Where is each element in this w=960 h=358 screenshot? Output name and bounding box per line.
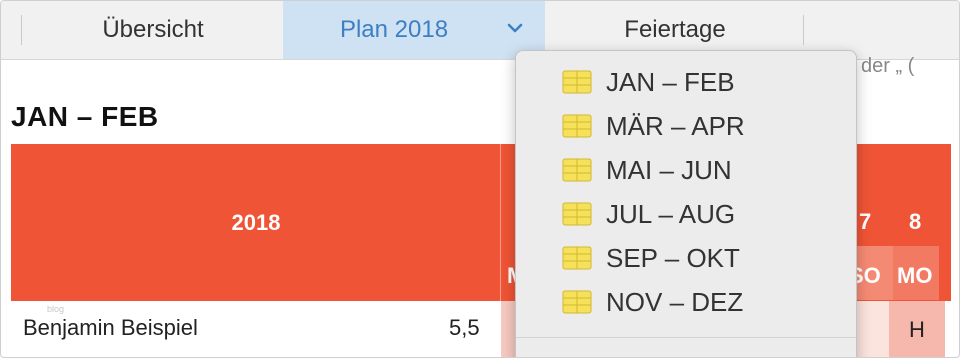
menu-divider xyxy=(516,337,856,338)
menu-item-sep-okt[interactable]: SEP – OKT xyxy=(562,238,740,278)
employee-name: Benjamin Beispiel xyxy=(23,315,198,340)
tab-uebersicht[interactable]: Übersicht xyxy=(23,1,283,59)
period-dropdown-menu: JAN – FEB MÄR – APR MAI – JUN JUL – AUG … xyxy=(515,50,857,357)
tab-separator xyxy=(803,15,804,45)
menu-item-label: SEP – OKT xyxy=(606,242,740,273)
tab-label: Übersicht xyxy=(102,16,204,43)
day-name: MO xyxy=(897,263,933,288)
app-window: Übersicht Plan 2018 Feiertage der „ ( JA… xyxy=(0,0,960,358)
watermark: blog xyxy=(47,304,65,314)
cell-value: H xyxy=(909,317,925,342)
menu-item-label: MAI – JUN xyxy=(606,154,732,185)
menu-item-jan-feb[interactable]: JAN – FEB xyxy=(562,62,735,102)
tab-plan-2018[interactable]: Plan 2018 xyxy=(283,1,545,59)
vacation-days-value: 5,5 xyxy=(449,315,480,340)
menu-item-mai-jun[interactable]: MAI – JUN xyxy=(562,150,732,190)
calendar-icon xyxy=(562,202,592,226)
calendar-icon xyxy=(562,246,592,270)
day-number: 8 xyxy=(909,209,922,234)
menu-item-jul-aug[interactable]: JUL – AUG xyxy=(562,194,735,234)
calendar-icon xyxy=(562,114,592,138)
tab-label: Plan 2018 xyxy=(339,16,449,43)
page-title: JAN – FEB xyxy=(11,101,159,132)
menu-item-label: JUL – AUG xyxy=(606,198,736,229)
calendar-icon xyxy=(562,158,592,182)
menu-item-label: NOV – DEZ xyxy=(606,286,744,317)
tab-separator xyxy=(21,15,22,45)
chevron-down-icon[interactable] xyxy=(505,18,525,38)
tab-label: Feiertage xyxy=(624,16,726,43)
calendar-icon xyxy=(562,290,592,314)
menu-item-partial[interactable]: ... xyxy=(562,347,579,357)
day-cell-holiday[interactable]: H xyxy=(889,301,945,357)
calendar-icon xyxy=(562,70,592,94)
background-text-fragment: der „ ( xyxy=(861,55,915,77)
day-number: 7 xyxy=(859,209,872,234)
day-cell[interactable] xyxy=(501,301,515,357)
menu-item-nov-dez[interactable]: NOV – DEZ xyxy=(562,282,743,322)
menu-item-maer-apr[interactable]: MÄR – APR xyxy=(562,106,745,146)
menu-item-label: MÄR – APR xyxy=(606,110,745,141)
menu-item-label: JAN – FEB xyxy=(606,66,735,97)
year-label: 2018 xyxy=(231,209,281,235)
